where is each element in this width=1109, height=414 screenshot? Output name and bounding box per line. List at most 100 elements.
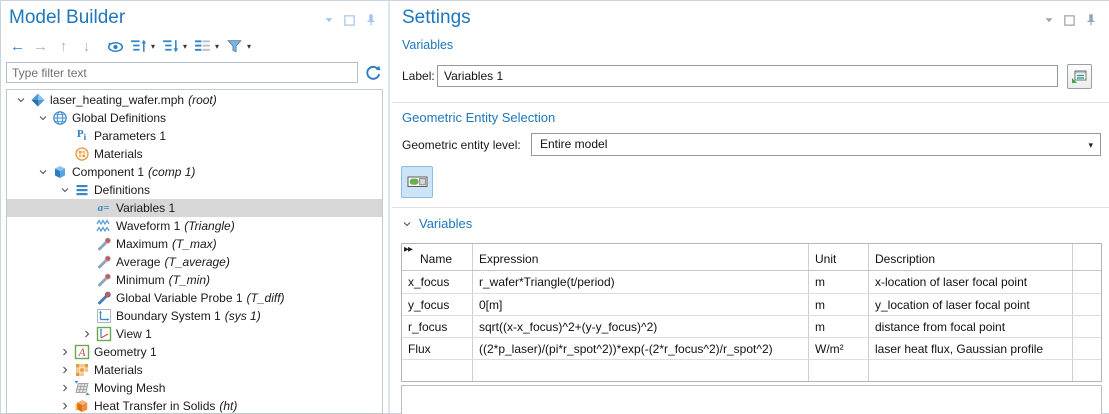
dropdown-arrow-icon[interactable]: ▾: [215, 42, 219, 51]
variables-section-header: Variables: [419, 216, 472, 231]
global-probe-icon: [94, 290, 113, 306]
name-cell[interactable]: x_focus: [402, 271, 473, 293]
tree-item-laser-heating-wafer-mph[interactable]: laser_heating_wafer.mph(root): [7, 91, 382, 109]
show-icon[interactable]: [105, 36, 126, 57]
tree-item-global-definitions[interactable]: Global Definitions: [7, 109, 382, 127]
variable-row: [402, 359, 1101, 381]
spare-cell[interactable]: [1073, 338, 1099, 359]
move-up-icon[interactable]: ↑: [53, 36, 74, 57]
chevron-collapsed-icon[interactable]: [57, 347, 72, 357]
dropdown-arrow-icon[interactable]: ▾: [247, 42, 251, 51]
active-selection-toggle-button[interactable]: [401, 166, 433, 198]
name-cell[interactable]: Flux: [402, 338, 473, 359]
tree-item-label: Geometry 1: [94, 345, 157, 359]
float-icon[interactable]: [1063, 14, 1076, 27]
spare-cell[interactable]: [1073, 294, 1099, 315]
filter-input[interactable]: [6, 62, 358, 83]
tree-item-label: Boundary System 1: [116, 309, 221, 323]
selected-value: Entire model: [540, 137, 607, 151]
dropdown-arrow-icon[interactable]: ▾: [183, 42, 187, 51]
combo-dropdown-icon[interactable]: ▾: [1088, 134, 1093, 157]
tree-item-view-1[interactable]: View 1: [7, 325, 382, 343]
expression-cell[interactable]: [473, 360, 809, 381]
variables-section-header-row: Variables: [402, 216, 472, 231]
unit-cell[interactable]: [809, 360, 869, 381]
spare-cell[interactable]: [1073, 360, 1099, 381]
spare-cell[interactable]: [1073, 316, 1099, 337]
expression-cell[interactable]: sqrt((x-x_focus)^2+(y-y_focus)^2): [473, 316, 809, 337]
expression-cell[interactable]: r_wafer*Triangle(t/period): [473, 271, 809, 293]
chevron-expanded-icon[interactable]: [35, 167, 50, 177]
panel-menu-icon[interactable]: [323, 14, 335, 26]
chevron-collapsed-icon[interactable]: [79, 329, 94, 339]
geometric-entity-level-row: Geometric entity level: Entire model ▾: [402, 133, 1101, 156]
show-in-model-builder-button[interactable]: [1067, 64, 1092, 89]
tree-item-global-variable-probe-1[interactable]: Global Variable Probe 1(T_diff): [7, 289, 382, 307]
description-cell[interactable]: [869, 360, 1073, 381]
name-cell[interactable]: y_focus: [402, 294, 473, 315]
name-cell[interactable]: [402, 360, 473, 381]
expand-all-icon[interactable]: [128, 36, 149, 57]
unit-cell[interactable]: m: [809, 271, 869, 293]
chevron-expanded-icon[interactable]: [57, 185, 72, 195]
description-cell[interactable]: x-location of laser focal point: [869, 271, 1073, 293]
pin-icon[interactable]: [1084, 13, 1098, 27]
name-cell[interactable]: r_focus: [402, 316, 473, 337]
expression-cell[interactable]: ((2*p_laser)/(pi*r_spot^2))*exp(-(2*r_fo…: [473, 338, 809, 359]
model-root-icon: [28, 92, 47, 108]
geometric-entity-level-label: Geometric entity level:: [402, 138, 521, 152]
label-input[interactable]: [437, 65, 1058, 87]
description-cell[interactable]: distance from focal point: [869, 316, 1073, 337]
pin-icon[interactable]: [364, 13, 378, 27]
collapse-all-icon[interactable]: [160, 36, 181, 57]
variables-icon: a=: [94, 203, 113, 214]
spare-cell[interactable]: [1073, 271, 1099, 293]
settings-subtitle: Variables: [402, 38, 453, 52]
chevron-collapsed-icon[interactable]: [57, 365, 72, 375]
tree-item-definitions[interactable]: Definitions: [7, 181, 382, 199]
expression-cell[interactable]: 0[m]: [473, 294, 809, 315]
tree-item-boundary-system-1[interactable]: Boundary System 1(sys 1): [7, 307, 382, 325]
tree-item-moving-mesh[interactable]: Moving Mesh: [7, 379, 382, 397]
tree-item-materials[interactable]: Materials: [7, 361, 382, 379]
tree-item-label: Waveform 1: [116, 219, 180, 233]
chevron-collapsed-icon[interactable]: [57, 383, 72, 393]
tree-item-materials[interactable]: Materials: [7, 145, 382, 163]
section-collapse-icon[interactable]: [402, 219, 412, 229]
tree-item-geometry-1[interactable]: AGeometry 1: [7, 343, 382, 361]
geometric-entity-level-select[interactable]: Entire model ▾: [531, 133, 1101, 156]
materials-global-icon: [72, 146, 91, 162]
tree-item-heat-transfer-in-solids[interactable]: Heat Transfer in Solids(ht): [7, 397, 382, 414]
forward-arrow-icon[interactable]: →: [30, 36, 51, 57]
back-arrow-icon[interactable]: ←: [7, 36, 28, 57]
description-cell[interactable]: y_location of laser focal point: [869, 294, 1073, 315]
tree-item-waveform-1[interactable]: Waveform 1(Triangle): [7, 217, 382, 235]
tree-item-label: Average: [116, 255, 160, 269]
unit-cell[interactable]: m: [809, 316, 869, 337]
tree-item-parameters-1[interactable]: PiParameters 1: [7, 127, 382, 145]
dropdown-arrow-icon[interactable]: ▾: [151, 42, 155, 51]
panel-menu-icon[interactable]: [1043, 14, 1055, 26]
table-empty-area[interactable]: [401, 385, 1102, 414]
chevron-collapsed-icon[interactable]: [57, 401, 72, 411]
tree-item-variables-1[interactable]: a=Variables 1: [7, 199, 382, 217]
description-cell[interactable]: laser heat flux, Gaussian profile: [869, 338, 1073, 359]
model-tree-node-text-icon[interactable]: [192, 36, 213, 57]
unit-cell[interactable]: W/m²: [809, 338, 869, 359]
tree-item-minimum[interactable]: Minimum(T_min): [7, 271, 382, 289]
variable-row: x_focusr_wafer*Triangle(t/period)mx-loca…: [402, 271, 1101, 293]
unit-cell[interactable]: m: [809, 294, 869, 315]
move-down-icon[interactable]: ↓: [76, 36, 97, 57]
divider: [392, 102, 1109, 103]
tree-item-tag: (T_max): [172, 237, 217, 251]
tree-item-label: Global Definitions: [72, 111, 166, 125]
float-icon[interactable]: [343, 14, 356, 27]
tree-item-average[interactable]: Average(T_average): [7, 253, 382, 271]
chevron-expanded-icon[interactable]: [35, 113, 50, 123]
tree-item-label: Materials: [94, 147, 143, 161]
tree-item-component-1[interactable]: Component 1(comp 1): [7, 163, 382, 181]
tree-item-maximum[interactable]: Maximum(T_max): [7, 235, 382, 253]
filter-icon[interactable]: [224, 36, 245, 57]
chevron-expanded-icon[interactable]: [13, 95, 28, 105]
refresh-button[interactable]: [363, 63, 383, 83]
